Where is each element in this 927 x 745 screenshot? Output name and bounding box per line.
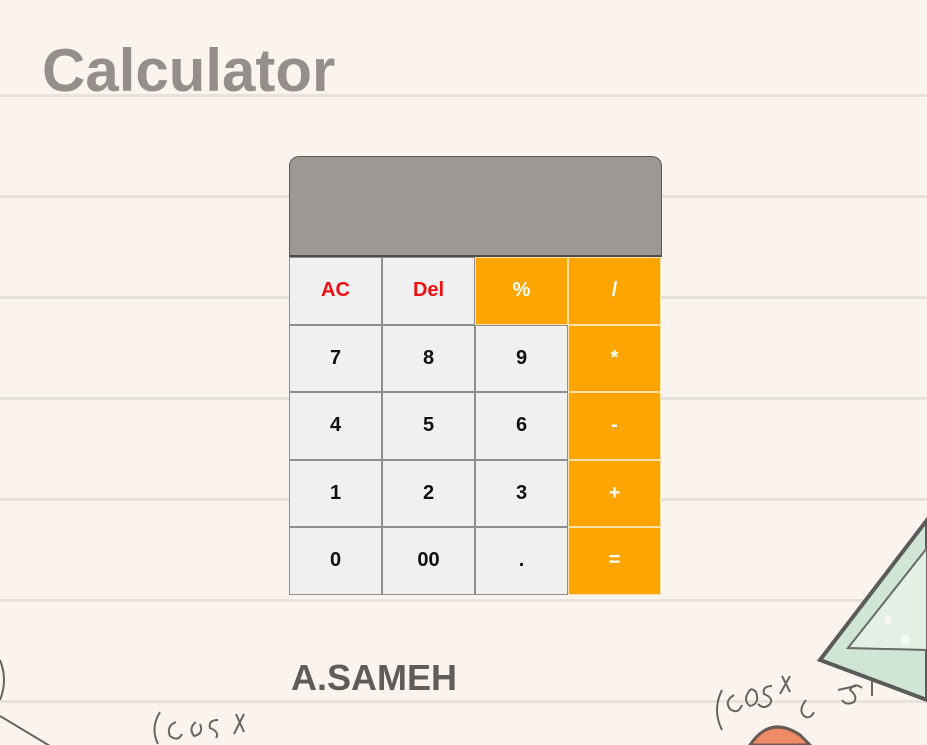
key-multiply-button[interactable]: * <box>568 324 661 392</box>
left-scribble-icon <box>0 659 245 745</box>
author-name: A.SAMEH <box>291 657 458 698</box>
key-divide-button[interactable]: / <box>568 257 661 325</box>
calculator: AC Del % / 7 8 9 * 4 5 6 - 1 2 3 + 0 00 … <box>289 156 662 595</box>
key-00-button[interactable]: 00 <box>382 527 475 595</box>
eraser-shape-icon <box>748 725 813 745</box>
key-ac-button[interactable]: AC <box>289 257 382 325</box>
key-7-button[interactable]: 7 <box>289 324 382 392</box>
key-del-button[interactable]: Del <box>382 257 475 325</box>
key-add-button[interactable]: + <box>568 459 661 527</box>
triangle-ruler-icon <box>816 516 927 703</box>
key-0-button[interactable]: 0 <box>289 527 382 595</box>
key-equals-button[interactable]: = <box>568 527 661 595</box>
key-percent-button[interactable]: % <box>475 257 568 325</box>
key-9-button[interactable]: 9 <box>475 324 568 392</box>
key-8-button[interactable]: 8 <box>382 324 475 392</box>
formula-scribble-icon <box>716 675 873 731</box>
key-4-button[interactable]: 4 <box>289 392 382 460</box>
calculator-display <box>289 156 662 257</box>
key-subtract-button[interactable]: - <box>568 392 661 460</box>
key-3-button[interactable]: 3 <box>475 459 568 527</box>
key-2-button[interactable]: 2 <box>382 459 475 527</box>
key-6-button[interactable]: 6 <box>475 392 568 460</box>
key-decimal-button[interactable]: . <box>475 527 568 595</box>
key-5-button[interactable]: 5 <box>382 392 475 460</box>
page-title: Calculator <box>42 37 336 104</box>
calculator-keypad: AC Del % / 7 8 9 * 4 5 6 - 1 2 3 + 0 00 … <box>289 257 661 595</box>
key-1-button[interactable]: 1 <box>289 459 382 527</box>
